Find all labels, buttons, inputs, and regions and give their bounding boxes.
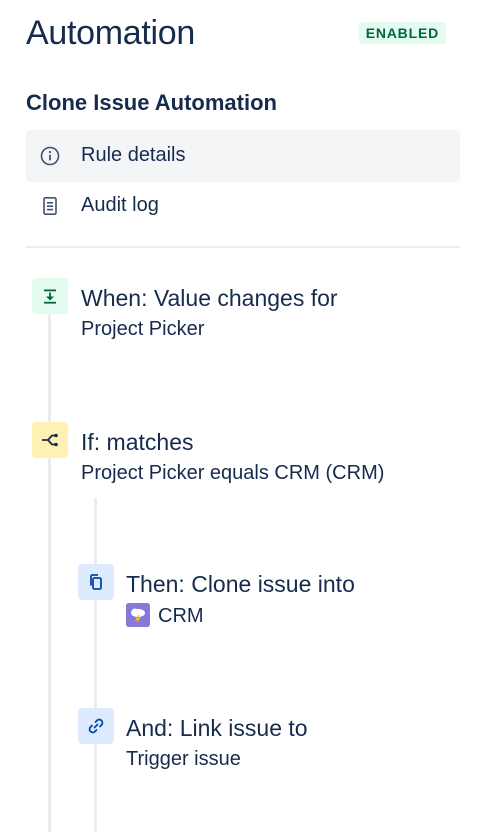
- condition-detail: Project Picker equals CRM (CRM): [81, 462, 385, 484]
- clone-target-project: CRM: [158, 605, 204, 627]
- header: Automation ENABLED: [26, 14, 446, 54]
- nav-item-label: Audit log: [81, 194, 159, 216]
- branch-icon: [32, 422, 68, 458]
- status-badge: ENABLED: [358, 22, 446, 44]
- link-icon: [78, 708, 114, 744]
- nav-item-audit-log[interactable]: Audit log: [26, 180, 460, 232]
- info-icon: [40, 146, 60, 166]
- link-action-title: And: Link issue to: [126, 715, 308, 741]
- nav-item-rule-details[interactable]: Rule details: [26, 130, 460, 182]
- flow-connector-branch: [94, 498, 97, 832]
- download-icon: [32, 278, 68, 314]
- page-title: Automation: [26, 14, 195, 52]
- flow-connector-main: [48, 314, 51, 832]
- trigger-title: When: Value changes for: [81, 285, 338, 311]
- trigger-detail: Project Picker: [81, 318, 205, 340]
- condition-title: If: matches: [81, 429, 194, 455]
- nav-item-label: Rule details: [81, 144, 186, 166]
- divider: [26, 246, 460, 248]
- clone-action-detail: CRM: [126, 603, 204, 628]
- copy-icon: [78, 564, 114, 600]
- clone-action-title: Then: Clone issue into: [126, 571, 355, 597]
- document-icon: [40, 196, 60, 216]
- link-action-detail: Trigger issue: [126, 748, 241, 770]
- rule-name: Clone Issue Automation: [26, 90, 277, 115]
- project-avatar-icon: [126, 603, 150, 627]
